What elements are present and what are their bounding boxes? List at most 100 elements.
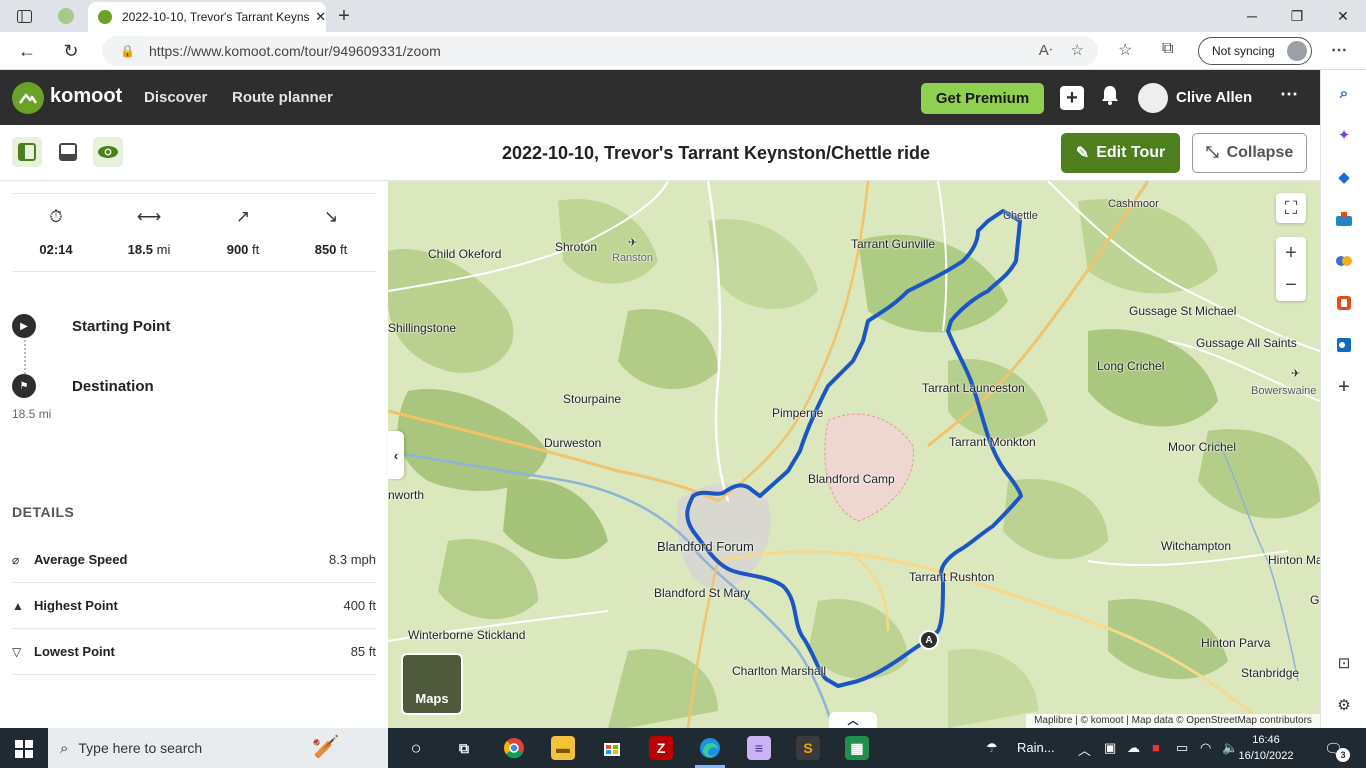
collapse-button[interactable]: ⤡ Collapse [1192, 133, 1307, 173]
user-avatar[interactable] [1138, 83, 1168, 113]
create-plus-icon[interactable]: + [1060, 86, 1084, 110]
settings-gear-icon[interactable]: ⚙ [1333, 694, 1355, 716]
weather-icon[interactable]: ☂ [986, 740, 998, 756]
games-icon[interactable] [1333, 250, 1355, 272]
get-premium-button[interactable]: Get Premium [921, 83, 1044, 114]
minimize-button[interactable]: ─ [1229, 0, 1275, 32]
shopping-tag-icon[interactable]: ◆ [1333, 166, 1355, 188]
collapse-panel-chevron-icon[interactable]: ‹ [388, 431, 404, 479]
add-sidebar-item-icon[interactable]: + [1333, 376, 1355, 398]
new-tab-button[interactable]: + [332, 0, 356, 32]
store-icon[interactable] [600, 736, 624, 760]
komoot-logo-text[interactable]: komoot [50, 85, 122, 108]
refresh-button[interactable]: ↻ [54, 32, 88, 70]
place-label: Durweston [544, 436, 602, 450]
route-map[interactable]: Chettle Cashmoor Shroton ✈ Ranston Child… [388, 181, 1320, 728]
detail-row-lowest-point: ▽ Lowest Point 85 ft [12, 629, 376, 675]
downhill-icon: ↘ [323, 207, 339, 226]
browser-menu-icon[interactable]: ⋯ [1331, 40, 1347, 60]
detail-label: Lowest Point [34, 644, 115, 659]
favorites-icon[interactable]: ☆ [1118, 40, 1132, 60]
sidebar-view-icon[interactable] [12, 137, 42, 167]
file-explorer-icon[interactable]: ▬ [551, 736, 575, 760]
tab-actions-icon[interactable] [8, 0, 40, 32]
notifications-bell-icon[interactable] [1101, 85, 1119, 110]
active-tab[interactable]: 2022-10-10, Trevor's Tarrant Keynston/Ch… [88, 2, 326, 32]
waypoint-end-label[interactable]: Destination [72, 378, 154, 395]
battery-icon[interactable]: ▭ [1176, 740, 1188, 756]
wifi-icon[interactable]: ◠ [1200, 740, 1211, 756]
place-label: Witchampton [1161, 539, 1232, 553]
search-icon[interactable]: ⌕ [1333, 82, 1355, 104]
detail-label: Average Speed [34, 552, 128, 567]
tools-icon[interactable] [1333, 208, 1355, 230]
komoot-logo-icon[interactable] [12, 82, 44, 114]
app-tray-icon[interactable]: ■ [1152, 740, 1160, 755]
office-icon[interactable] [1333, 292, 1355, 314]
user-name[interactable]: Clive Allen [1176, 89, 1252, 106]
more-menu-icon[interactable]: ⋯ [1280, 84, 1299, 105]
close-tab-icon[interactable]: ✕ [315, 9, 326, 25]
filezilla-icon[interactable]: Z [649, 736, 673, 760]
sublime-text-icon[interactable]: S [796, 736, 820, 760]
cortana-icon[interactable]: ○ [404, 736, 428, 760]
inactive-tab[interactable] [58, 8, 74, 24]
back-button[interactable]: ← [10, 32, 44, 70]
place-label: Charlton Marshall [732, 664, 827, 678]
task-view-icon[interactable]: ⧉ [452, 736, 476, 760]
nav-route-planner[interactable]: Route planner [232, 89, 333, 106]
outlook-icon[interactable] [1333, 334, 1355, 356]
detail-value: 400 ft [343, 598, 376, 613]
chevron-up-icon[interactable]: ︿ [829, 712, 877, 728]
stat-uphill-unit: ft [252, 242, 260, 257]
edit-tour-button[interactable]: ✎ Edit Tour [1061, 133, 1180, 173]
chrome-icon[interactable] [502, 736, 526, 760]
place-label: Pimperne [772, 406, 824, 420]
notepad-icon[interactable]: ≡ [747, 736, 771, 760]
waypoint-end[interactable]: ⚑ [12, 374, 36, 398]
zoom-in-button[interactable]: + [1276, 237, 1306, 269]
detail-value: 85 ft [350, 644, 376, 659]
place-label: nworth [388, 488, 425, 502]
chevron-up-tray-icon[interactable]: ︿ [1078, 740, 1091, 759]
edge-icon[interactable] [698, 736, 722, 760]
system-clock[interactable]: 16:46 16/10/2022 [1236, 732, 1296, 764]
taskbar-search[interactable]: ⌕ Type here to search 🏏 [48, 728, 388, 768]
restore-button[interactable]: ❐ [1274, 0, 1320, 32]
split-screen-icon[interactable]: ⊡ [1333, 652, 1355, 674]
uphill-icon: ↗ [235, 207, 251, 226]
nav-discover[interactable]: Discover [144, 89, 207, 106]
taskbar-search-placeholder: Type here to search [78, 740, 203, 756]
place-label: Gussage All Saints [1196, 336, 1297, 350]
waypoint-start-label[interactable]: Starting Point [72, 318, 170, 335]
start-marker[interactable]: A [919, 630, 939, 650]
sync-button[interactable]: Not syncing [1198, 37, 1312, 65]
spreadsheet-icon[interactable]: ▦ [845, 736, 869, 760]
zoom-out-button[interactable]: − [1276, 269, 1306, 301]
map-attribution[interactable]: Maplibre | © komoot | Map data © OpenStr… [1026, 714, 1320, 728]
place-label: Long Crichel [1097, 359, 1165, 373]
fit-to-screen-icon[interactable]: ⛶ [1276, 193, 1306, 223]
stopwatch-icon: ⏱ [49, 207, 63, 226]
add-favorite-icon[interactable]: ☆ [1071, 41, 1084, 59]
search-icon: ⌕ [60, 739, 69, 757]
close-window-button[interactable]: ✕ [1320, 0, 1366, 32]
bottom-view-icon[interactable] [53, 137, 83, 167]
read-aloud-icon[interactable]: Aᐧ [1039, 41, 1053, 59]
edit-tour-label: Edit Tour [1096, 144, 1166, 161]
sparkle-icon[interactable]: ✦ [1333, 124, 1355, 146]
triangle-down-icon: ▽ [12, 644, 22, 659]
weather-text[interactable]: Rain... [1017, 740, 1055, 755]
cloud-icon[interactable]: ☁ [1127, 740, 1140, 756]
url-field[interactable]: 🔒 https://www.komoot.com/tour/949609331/… [102, 36, 1098, 66]
place-label: Cashmoor [1108, 198, 1159, 210]
tour-header: 2022-10-10, Trevor's Tarrant Keynston/Ch… [0, 125, 1320, 181]
clock-date: 16/10/2022 [1238, 750, 1294, 762]
profile-avatar [1287, 41, 1307, 61]
windows-start-icon[interactable] [15, 740, 33, 758]
camera-icon[interactable]: ▣ [1104, 740, 1116, 756]
collections-icon[interactable]: ⧉ [1162, 40, 1173, 58]
map-view-eye-icon[interactable] [93, 137, 123, 167]
map-layer-button[interactable]: Maps [401, 653, 463, 715]
waypoint-start[interactable]: ▶ [12, 314, 36, 338]
